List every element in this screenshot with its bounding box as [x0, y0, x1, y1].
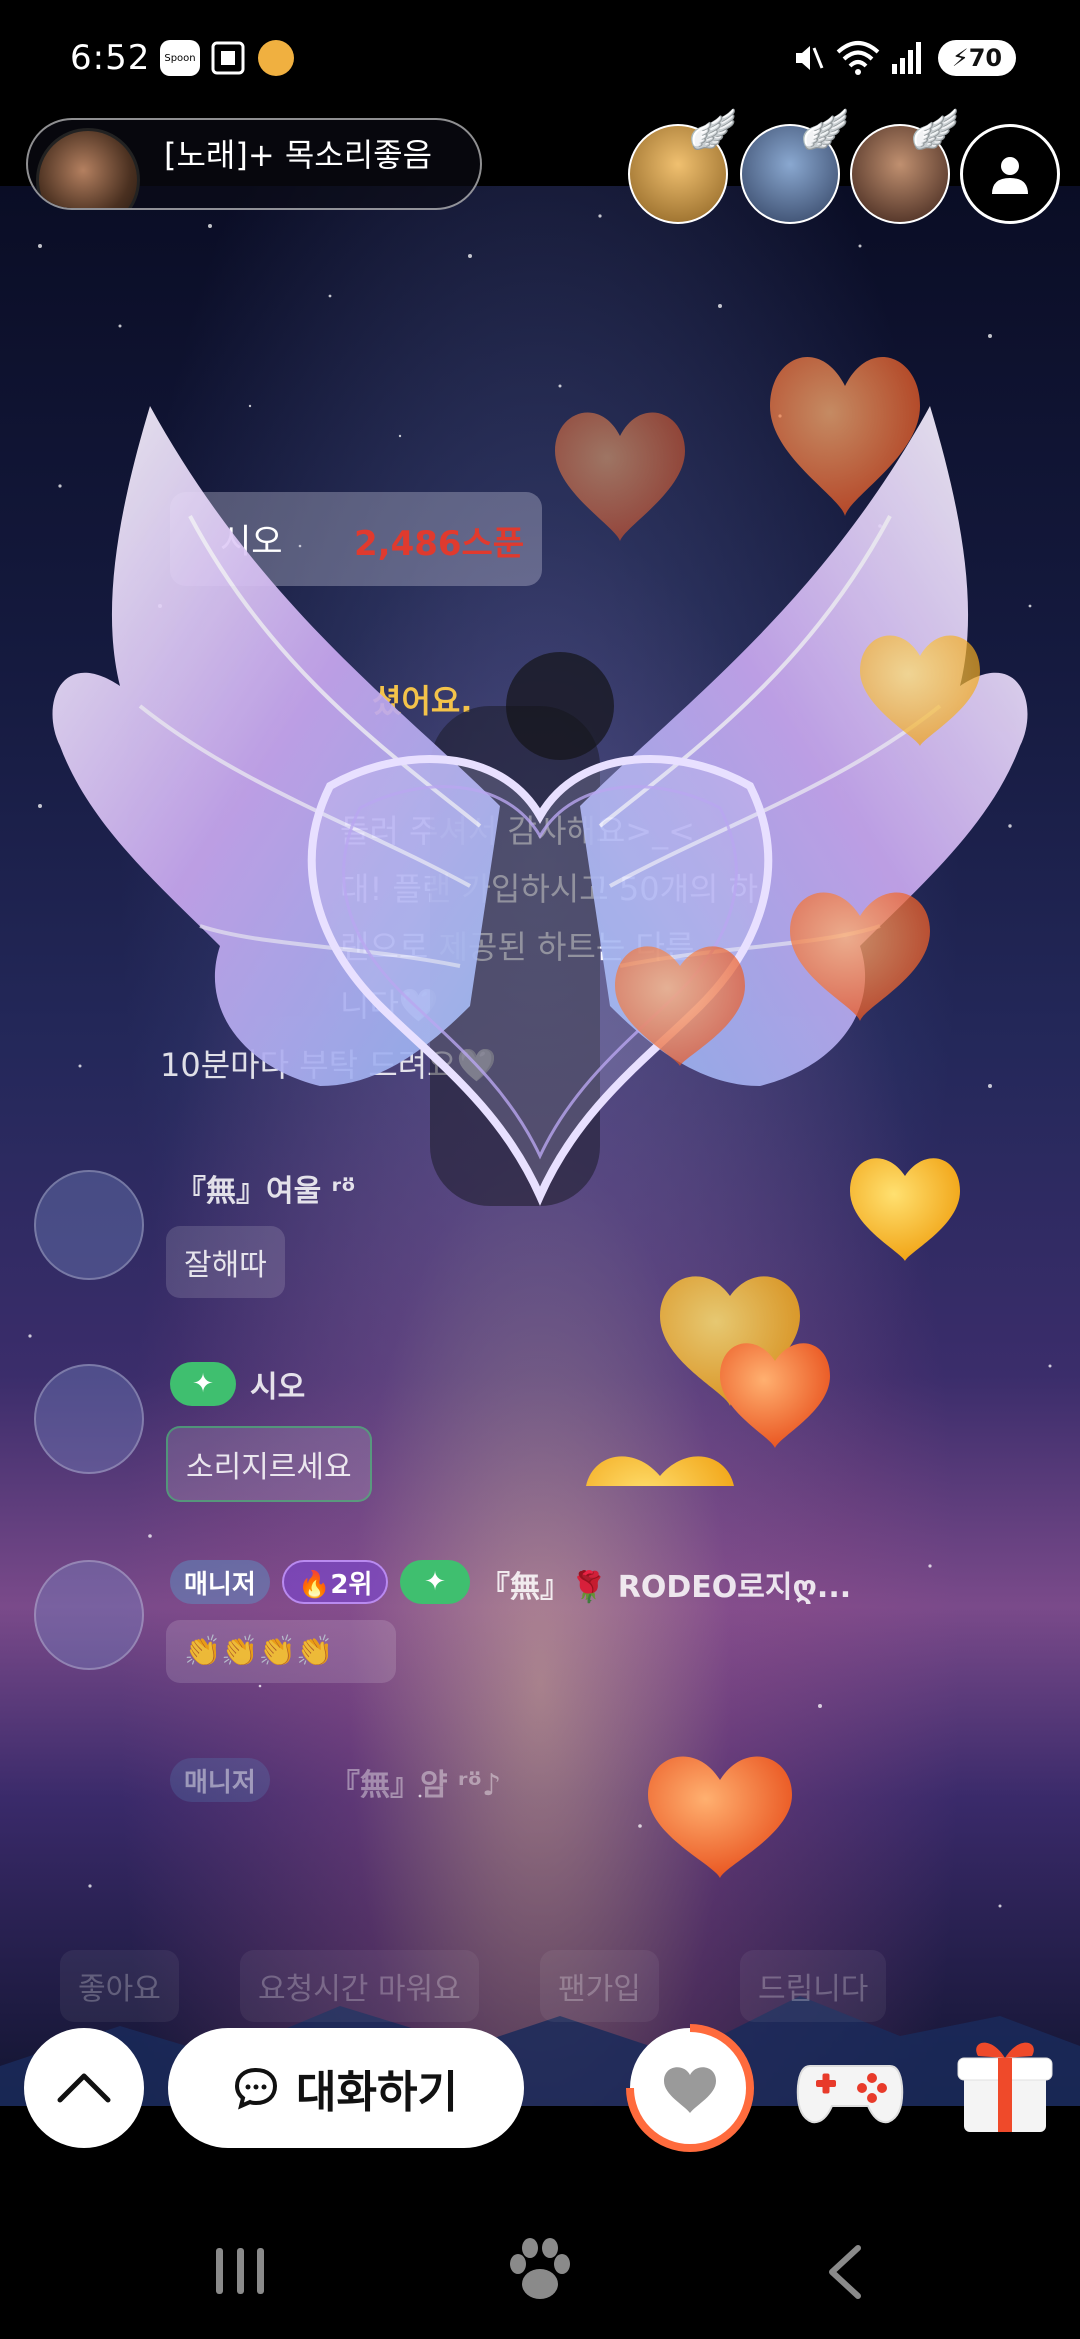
starfield: [28, 214, 1052, 1908]
quick-reply-chip[interactable]: 팬가입: [540, 1950, 659, 2022]
back-icon[interactable]: [824, 2244, 864, 2300]
profile-button[interactable]: [960, 124, 1060, 224]
sparkle-badge-icon: ✦: [400, 1560, 470, 1604]
status-bar: 6:52 Spoon ⚡ 70: [0, 0, 1080, 118]
chat-message: 소리지르세요: [166, 1426, 372, 1502]
notice-line: 랜으로 제공된 하트는 다른: [340, 928, 695, 966]
screenshot-icon: [211, 41, 245, 75]
heart-timer-ring: [626, 2024, 754, 2152]
person-icon: [992, 157, 1028, 194]
system-navigation-bar: [0, 2168, 1080, 2339]
chevron-up-icon: [57, 2073, 111, 2103]
chat-message: 👏👏👏👏: [166, 1620, 396, 1683]
notice-line: 니다🤍: [340, 986, 439, 1024]
status-time: 6:52: [70, 38, 151, 78]
quick-reply-chip[interactable]: 좋아요: [60, 1950, 179, 2022]
floating-heart-icon: [648, 1756, 792, 1878]
chat-avatar[interactable]: [34, 1364, 144, 1474]
chat-button[interactable]: 대화하기: [168, 2028, 524, 2148]
battery-indicator: ⚡ 70: [938, 40, 1016, 76]
chat-avatar[interactable]: [34, 1560, 144, 1670]
like-heart-button[interactable]: [626, 2024, 754, 2152]
wifi-icon: [836, 41, 880, 75]
chat-button-label: 대화하기: [296, 2067, 458, 2118]
spoon-notification-icon: Spoon: [160, 40, 200, 76]
quick-reply-chip[interactable]: 드립니다: [740, 1950, 887, 2022]
recent-apps-button[interactable]: [216, 2248, 264, 2294]
mute-icon: [796, 46, 824, 70]
spoon-sender: 시오: [220, 522, 283, 562]
chat-username[interactable]: 『無』여울 ʳᵒ̈: [176, 1166, 356, 1210]
wing-badge-icon: 🪽: [910, 107, 960, 153]
paw-home-icon[interactable]: [502, 2234, 578, 2310]
gift-icon[interactable]: [950, 2028, 1060, 2138]
notice-line: 들러 주셔서 감사해요>_<: [340, 812, 695, 850]
bottom-controls: 대화하기: [0, 2024, 1080, 2168]
dj-avatar: [36, 128, 140, 208]
chat-username[interactable]: 『無』🌹 RODEO로지ღ...: [480, 1562, 851, 1606]
chat-avatar[interactable]: [34, 1170, 144, 1280]
notice-line: 셨어요.: [372, 682, 473, 720]
live-background: [0, 186, 1080, 2106]
room-info-chip[interactable]: [노래]+ 목소리좋음: [26, 118, 482, 210]
app-notification-icon: [258, 40, 294, 76]
sparkle-badge-icon: ✦: [170, 1362, 236, 1406]
rank-badge: 🔥2위: [282, 1560, 389, 1604]
wing-badge-icon: 🪽: [688, 107, 738, 153]
notice-line: 대! 플랜 가입하시고 50개의 하: [340, 870, 759, 908]
notice-line: 10분마다 부탁 드려요🤍: [160, 1046, 497, 1084]
gamepad-icon[interactable]: [790, 2036, 910, 2136]
wing-badge-icon: 🪽: [800, 107, 850, 153]
chat-bubble-icon: [235, 2067, 278, 2110]
expand-button[interactable]: [24, 2028, 144, 2148]
chat-message: 잘해따: [166, 1226, 285, 1298]
spoon-amount: 2,486스푼: [354, 524, 525, 564]
manager-badge: 매니저: [170, 1560, 270, 1604]
signal-icon: [892, 42, 921, 74]
manager-badge: 매니저: [170, 1758, 270, 1802]
room-title: [노래]+ 목소리좋음: [164, 136, 433, 174]
quick-reply-chip[interactable]: 요청시간 마워요: [240, 1950, 479, 2022]
chat-username[interactable]: 시오: [250, 1362, 305, 1406]
chat-username: 『無』얌 ʳᵒ̈♪: [330, 1768, 502, 1803]
